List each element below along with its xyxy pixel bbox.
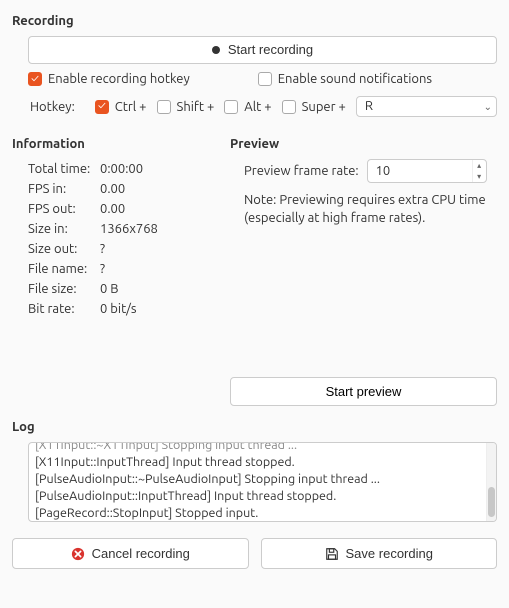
table-row: File name:? — [28, 259, 164, 279]
table-row: FPS in:0.00 — [28, 179, 164, 199]
table-row: FPS out:0.00 — [28, 199, 164, 219]
save-icon — [325, 547, 339, 561]
info-label: File name: — [28, 259, 100, 279]
info-label: Size in: — [28, 219, 100, 239]
info-value: 0 B — [100, 279, 164, 299]
start-preview-button[interactable]: Start preview — [230, 377, 497, 406]
info-value: 1366x768 — [100, 219, 164, 239]
recording-title: Recording — [12, 14, 497, 28]
chevron-down-icon: ⌄ — [484, 101, 492, 113]
log-line: [PulseAudioInput::InputThread] Input thr… — [35, 488, 480, 505]
preview-title: Preview — [230, 137, 497, 151]
preview-frame-rate-value: 10 — [368, 160, 472, 182]
hotkey-key-value: R — [365, 99, 373, 113]
info-value: 0 bit/s — [100, 299, 164, 319]
hotkey-alt-option[interactable]: Alt + — [224, 100, 271, 114]
enable-sound-notifications-option[interactable]: Enable sound notifications — [258, 72, 432, 86]
scrollbar-thumb[interactable] — [488, 487, 495, 517]
table-row: Bit rate:0 bit/s — [28, 299, 164, 319]
chevron-down-icon[interactable]: ▾ — [473, 171, 486, 182]
log-line: [X11Input::InputThread] Input thread sto… — [35, 454, 480, 471]
checkbox-unchecked-icon — [282, 100, 296, 114]
info-label: Size out: — [28, 239, 100, 259]
cancel-recording-label: Cancel recording — [92, 546, 190, 561]
log-line: [PulseAudioInput::~PulseAudioInput] Stop… — [35, 471, 480, 488]
preview-note: Note: Previewing requires extra CPU time… — [244, 191, 497, 227]
info-label: Total time: — [28, 159, 100, 179]
checkbox-unchecked-icon — [258, 72, 272, 86]
log-output: [X11Input::~X11Input] Stopping input thr… — [28, 442, 497, 522]
hotkey-key-select[interactable]: R ⌄ — [356, 96, 497, 117]
info-label: FPS in: — [28, 179, 100, 199]
table-row: Size in:1366x768 — [28, 219, 164, 239]
hotkey-ctrl-option[interactable]: Ctrl + — [95, 100, 147, 114]
table-row: File size:0 B — [28, 279, 164, 299]
table-row: Size out:? — [28, 239, 164, 259]
record-icon — [212, 46, 220, 54]
log-title: Log — [12, 420, 497, 434]
info-label: Bit rate: — [28, 299, 100, 319]
enable-recording-hotkey-label: Enable recording hotkey — [48, 72, 190, 86]
hotkey-alt-label: Alt + — [244, 100, 271, 114]
hotkey-super-option[interactable]: Super + — [282, 100, 346, 114]
save-recording-button[interactable]: Save recording — [261, 538, 498, 569]
hotkey-ctrl-label: Ctrl + — [115, 100, 147, 114]
info-value: 0:00:00 — [100, 159, 164, 179]
info-value: ? — [100, 259, 164, 279]
table-row: Total time:0:00:00 — [28, 159, 164, 179]
hotkey-label: Hotkey: — [30, 100, 75, 114]
log-line: [X11Input::~X11Input] Stopping input thr… — [35, 443, 480, 454]
information-table: Total time:0:00:00 FPS in:0.00 FPS out:0… — [28, 159, 164, 319]
enable-sound-notifications-label: Enable sound notifications — [278, 72, 432, 86]
cancel-recording-button[interactable]: Cancel recording — [12, 538, 249, 569]
start-recording-label: Start recording — [228, 42, 313, 57]
checkbox-checked-icon — [95, 100, 109, 114]
checkbox-unchecked-icon — [157, 100, 171, 114]
checkbox-unchecked-icon — [224, 100, 238, 114]
hotkey-super-label: Super + — [302, 100, 346, 114]
checkbox-checked-icon — [28, 72, 42, 86]
start-recording-button[interactable]: Start recording — [28, 36, 497, 64]
info-value: 0.00 — [100, 179, 164, 199]
info-label: FPS out: — [28, 199, 100, 219]
cancel-icon — [71, 547, 85, 561]
preview-frame-rate-label: Preview frame rate: — [244, 164, 359, 178]
chevron-up-icon[interactable]: ▴ — [473, 160, 486, 171]
info-label: File size: — [28, 279, 100, 299]
enable-recording-hotkey-option[interactable]: Enable recording hotkey — [28, 72, 190, 86]
log-scrollbar[interactable] — [486, 443, 496, 521]
save-recording-label: Save recording — [346, 546, 433, 561]
log-line: [PageRecord::StopInput] Stopped input. — [35, 505, 480, 522]
hotkey-shift-option[interactable]: Shift + — [157, 100, 215, 114]
info-value: ? — [100, 239, 164, 259]
info-value: 0.00 — [100, 199, 164, 219]
information-title: Information — [12, 137, 212, 151]
hotkey-shift-label: Shift + — [177, 100, 215, 114]
preview-frame-rate-input[interactable]: 10 ▴ ▾ — [367, 159, 487, 183]
